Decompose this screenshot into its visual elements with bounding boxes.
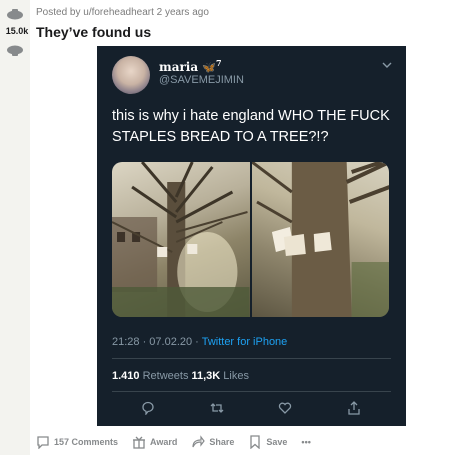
avatar bbox=[112, 56, 150, 94]
tweet-source: Twitter for iPhone bbox=[201, 336, 288, 348]
divider bbox=[112, 391, 391, 392]
tree-photo-left bbox=[112, 162, 250, 317]
more-icon: ••• bbox=[301, 437, 311, 447]
retweets-count: 1.410 bbox=[112, 370, 140, 382]
likes-label: Likes bbox=[220, 370, 249, 382]
tweet-text: this is why i hate england WHO THE FUCK … bbox=[112, 108, 390, 145]
butterfly-icon: 🦋 bbox=[202, 61, 217, 74]
tweet-timestamp: 21:28 · 07.02.20 · Twitter for iPhone bbox=[112, 336, 287, 348]
retweet-icon bbox=[210, 403, 224, 413]
vote-rail: 15.0k bbox=[0, 0, 30, 455]
display-name-text: maria bbox=[159, 60, 199, 74]
award-button[interactable]: Award bbox=[132, 435, 177, 449]
name-superscript: 7 bbox=[216, 58, 222, 68]
post-title[interactable]: They’ve found us bbox=[36, 24, 151, 40]
save-button[interactable]: Save bbox=[248, 435, 287, 449]
share-button[interactable]: Share bbox=[191, 435, 234, 449]
upvote-icon[interactable] bbox=[6, 8, 24, 20]
downvote-icon[interactable] bbox=[6, 45, 24, 57]
chevron-down-icon bbox=[382, 62, 392, 68]
save-label: Save bbox=[266, 437, 288, 447]
share-upload-icon bbox=[348, 401, 360, 415]
post-meta: Posted by u/foreheadheart 2 years ago bbox=[36, 7, 209, 18]
tweet-handle: @SAVEMEJIMIN bbox=[159, 74, 244, 86]
award-label: Award bbox=[150, 437, 178, 447]
post-actions-bar: 157 Comments Award Share Save ••• bbox=[36, 433, 325, 451]
comments-label: 157 Comments bbox=[54, 437, 119, 447]
retweets-label: Retweets bbox=[139, 370, 192, 382]
divider bbox=[112, 358, 391, 359]
heart-icon bbox=[278, 402, 292, 414]
share-label: Share bbox=[209, 437, 235, 447]
share-arrow-icon bbox=[192, 435, 206, 448]
tweet-photos bbox=[112, 162, 389, 317]
comment-icon bbox=[37, 436, 49, 449]
tree-photo-right bbox=[251, 162, 389, 317]
tweet-screenshot: maria 🦋7 @SAVEMEJIMIN this is why i hate… bbox=[97, 46, 406, 426]
comments-button[interactable]: 157 Comments bbox=[36, 435, 118, 449]
reply-icon bbox=[142, 401, 154, 415]
likes-count: 11,3K bbox=[191, 370, 221, 382]
vote-count: 15.0k bbox=[5, 26, 29, 36]
tweet-stats: 1.410 Retweets 11,3K Likes bbox=[112, 370, 249, 382]
award-icon bbox=[133, 436, 146, 449]
bookmark-icon bbox=[250, 435, 261, 449]
more-options-button[interactable]: ••• bbox=[301, 437, 310, 447]
tweet-display-name: maria 🦋7 bbox=[159, 58, 222, 74]
tweet-time: 21:28 · 07.02.20 · bbox=[112, 336, 202, 348]
